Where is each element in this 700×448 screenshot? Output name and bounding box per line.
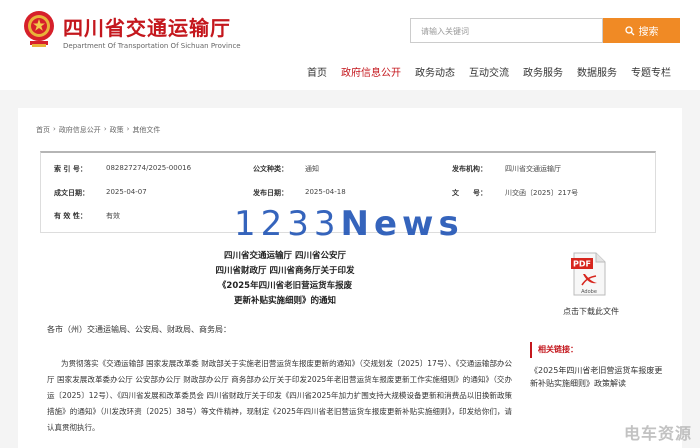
breadcrumb-home[interactable]: 首页 bbox=[36, 125, 50, 135]
breadcrumb-gov-info[interactable]: 政府信息公开 bbox=[59, 125, 101, 135]
nav-item-gov-info[interactable]: 政府信息公开 bbox=[334, 64, 408, 79]
created-date-value: 2025-04-07 bbox=[106, 188, 147, 196]
index-number-value: 082827274/2025-00016 bbox=[106, 164, 192, 172]
watermark-digits: 1233 bbox=[234, 204, 341, 244]
watermark-word: News bbox=[340, 204, 464, 244]
pdf-icon-label: PDF bbox=[573, 260, 591, 269]
main-nav: 首页 政府信息公开 政务动态 互动交流 政务服务 数据服务 专题专栏 bbox=[300, 64, 678, 79]
article-title-line: 四川省交通运输厅 四川省公安厅 bbox=[224, 251, 346, 261]
pdf-icon-brand: Adobe bbox=[581, 289, 597, 295]
breadcrumb-policy[interactable]: 政策 bbox=[110, 125, 124, 135]
pdf-file-icon[interactable]: PDF Adobe bbox=[570, 252, 608, 296]
doc-number-label: 文 号： bbox=[452, 189, 487, 197]
search-box bbox=[410, 18, 603, 43]
site-title[interactable]: 四川省交通运输厅 bbox=[63, 12, 231, 41]
article-body: 为贯彻落实《交通运输部 国家发展改革委 财政部关于实施老旧营运货车报废更新的通知… bbox=[47, 359, 512, 432]
corner-watermark: 电车资源 bbox=[623, 424, 692, 443]
article-title-line: 四川省财政厅 四川省商务厅关于印发 bbox=[215, 266, 355, 276]
doc-category-value: 通知 bbox=[305, 165, 319, 173]
validity-label: 有 效 性： bbox=[54, 212, 87, 220]
site-subtitle: Department Of Transportation Of Sichuan … bbox=[63, 42, 241, 50]
breadcrumb-other-docs[interactable]: 其他文件 bbox=[132, 125, 160, 135]
nav-item-interaction[interactable]: 互动交流 bbox=[462, 64, 516, 79]
breadcrumb-separator: › bbox=[126, 125, 130, 133]
article-title-line: 《2025年四川省老旧营运货车报废 bbox=[217, 281, 353, 291]
nav-item-news[interactable]: 政务动态 bbox=[408, 64, 462, 79]
breadcrumb-separator: › bbox=[53, 125, 56, 133]
download-file-link[interactable]: 点击下载此文件 bbox=[546, 306, 636, 317]
search-icon bbox=[624, 25, 634, 35]
nav-item-home[interactable]: 首页 bbox=[300, 64, 334, 79]
article-title-line: 更新补贴实施细则》的通知 bbox=[233, 296, 336, 306]
nav-item-services[interactable]: 政务服务 bbox=[516, 64, 570, 79]
published-date-value: 2025-04-18 bbox=[305, 188, 346, 196]
national-emblem-icon[interactable] bbox=[22, 8, 56, 48]
issuer-value: 四川省交通运输厅 bbox=[505, 165, 561, 173]
doc-number-value: 川交函〔2025〕217号 bbox=[505, 189, 579, 197]
nav-item-topics[interactable]: 专题专栏 bbox=[624, 64, 678, 79]
search-button-label: 搜索 bbox=[638, 27, 659, 38]
breadcrumb: 首页 › 政府信息公开 › 政策 › 其他文件 bbox=[36, 125, 160, 135]
breadcrumb-separator: › bbox=[103, 125, 107, 133]
doc-category-label: 公文种类： bbox=[253, 165, 288, 173]
news-watermark: 1233News bbox=[234, 204, 464, 244]
issuer-label: 发布机构： bbox=[452, 165, 487, 173]
created-date-label: 成文日期： bbox=[54, 189, 89, 197]
article-recipients: 各市（州）交通运输局、公安局、财政局、商务局： bbox=[47, 325, 231, 334]
site-header: 四川省交通运输厅 Department Of Transportation Of… bbox=[0, 0, 700, 90]
index-number-label: 索 引 号： bbox=[54, 165, 87, 173]
nav-item-data[interactable]: 数据服务 bbox=[570, 64, 624, 79]
related-links-header: 相关链接： bbox=[530, 342, 670, 358]
search-button[interactable]: 搜索 bbox=[603, 18, 680, 43]
search-input[interactable] bbox=[411, 20, 602, 43]
related-link-item[interactable]: 《2025年四川省老旧营运货车报废更新补贴实施细则》政策解读 bbox=[530, 364, 670, 390]
validity-value: 有效 bbox=[106, 212, 120, 220]
published-date-label: 发布日期： bbox=[253, 189, 288, 197]
article-title: 四川省交通运输厅 四川省公安厅 四川省财政厅 四川省商务厅关于印发 《2025年… bbox=[160, 249, 410, 309]
